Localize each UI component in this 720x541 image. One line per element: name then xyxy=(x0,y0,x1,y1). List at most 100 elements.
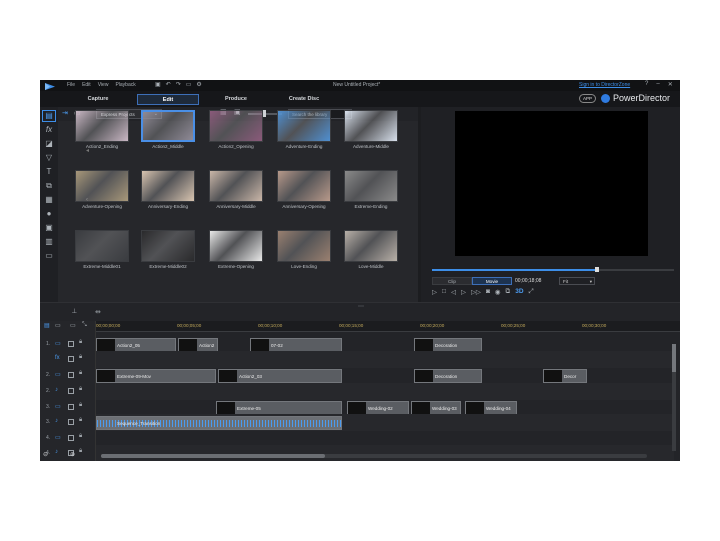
video-clip[interactable]: Extreme-09-Mov xyxy=(96,369,216,383)
timeline-view-icon[interactable]: ▤ xyxy=(44,322,50,329)
sign-in-link[interactable]: Sign in to DirectorZone xyxy=(579,82,630,88)
storyboard-view-icon[interactable]: ▭ xyxy=(55,322,61,329)
minimize-icon[interactable]: – xyxy=(656,81,659,88)
undo-icon[interactable]: ↶ xyxy=(166,81,171,88)
fx-room-icon[interactable]: fx xyxy=(43,125,55,135)
timeline-track[interactable]: Extreme-09-Mov Action2_03 Decoration Decor xyxy=(96,367,674,384)
split-icon[interactable]: ⇹ xyxy=(95,308,101,316)
track-manager-icon[interactable]: ▭ xyxy=(70,322,76,329)
resolution-icon[interactable]: ▭ xyxy=(186,81,192,88)
timeline-horizontal-scrollbar[interactable] xyxy=(101,454,647,458)
next-frame-icon[interactable]: ▷ xyxy=(461,288,466,296)
video-clip[interactable]: Decoration xyxy=(414,338,482,352)
library-thumbnail[interactable] xyxy=(141,110,195,142)
lock-icon[interactable]: 🔒︎ xyxy=(79,370,82,377)
library-thumbnail[interactable] xyxy=(209,170,263,202)
subtitle-room-icon[interactable]: ▥ xyxy=(43,237,55,247)
fit-dropdown[interactable]: Fit ▾ xyxy=(559,277,595,285)
help-icon[interactable]: ? xyxy=(645,81,648,88)
timeline-track[interactable]: Sequence_Transition xyxy=(96,414,674,431)
video-clip[interactable]: Action2_05 xyxy=(96,338,176,352)
app-badge[interactable]: APP xyxy=(579,94,597,103)
library-thumbnail[interactable] xyxy=(209,230,263,262)
library-thumbnail[interactable] xyxy=(141,230,195,262)
track-enable-checkbox[interactable] xyxy=(68,388,74,394)
play-icon[interactable]: ▷ xyxy=(432,288,437,296)
close-icon[interactable]: ✕ xyxy=(668,81,673,88)
panel-resize-handle[interactable]: ⋯ xyxy=(358,303,364,310)
video-clip[interactable]: Extreme-05 xyxy=(216,401,342,415)
video-clip[interactable]: 07-02 xyxy=(250,338,342,352)
volume-icon[interactable]: ◉ xyxy=(495,288,501,296)
tab-movie[interactable]: Movie xyxy=(472,277,512,285)
import-icon[interactable]: ⇥ xyxy=(62,109,68,117)
video-clip[interactable]: Wedding-03 xyxy=(411,401,461,415)
audio-mixing-icon[interactable]: ▦ xyxy=(43,195,55,205)
zoom-in-icon[interactable]: ⊕ xyxy=(70,451,75,458)
library-thumbnail[interactable] xyxy=(344,170,398,202)
lock-icon[interactable]: 🔒︎ xyxy=(79,433,82,440)
library-thumbnail[interactable] xyxy=(277,230,331,262)
track-enable-checkbox[interactable] xyxy=(68,372,74,378)
library-thumbnail[interactable] xyxy=(344,230,398,262)
tab-capture[interactable]: Capture xyxy=(80,94,116,105)
title-room-icon[interactable]: T xyxy=(43,167,55,177)
library-thumbnail[interactable] xyxy=(277,170,331,202)
lock-icon[interactable]: 🔒︎ xyxy=(79,354,82,361)
timeline-scroll-thumb[interactable] xyxy=(101,454,325,458)
lock-icon[interactable]: 🔒︎ xyxy=(79,417,82,424)
video-clip[interactable]: Action2 xyxy=(178,338,218,352)
pip-room-icon[interactable]: ◪ xyxy=(43,139,55,149)
menu-view[interactable]: View xyxy=(98,82,109,88)
library-thumbnail[interactable] xyxy=(141,170,195,202)
track-enable-checkbox[interactable] xyxy=(68,404,74,410)
video-clip[interactable]: Action2_03 xyxy=(218,369,342,383)
lock-icon[interactable]: 🔒︎ xyxy=(79,339,82,346)
menu-edit[interactable]: Edit xyxy=(82,82,91,88)
library-thumbnail[interactable] xyxy=(75,170,129,202)
seek-handle[interactable] xyxy=(594,267,599,272)
library-thumbnail[interactable] xyxy=(277,110,331,142)
tab-create-disc[interactable]: Create Disc xyxy=(282,94,326,105)
menu-file[interactable]: File xyxy=(67,82,75,88)
library-thumbnail[interactable] xyxy=(75,230,129,262)
save-icon[interactable]: ▣ xyxy=(155,81,161,88)
library-thumbnail[interactable] xyxy=(75,110,129,142)
voice-over-icon[interactable]: ● xyxy=(43,209,55,219)
video-clip[interactable]: Wedding-04 xyxy=(465,401,517,415)
video-clip[interactable]: Decoration xyxy=(414,369,482,383)
library-thumbnail[interactable] xyxy=(344,110,398,142)
redo-icon[interactable]: ↷ xyxy=(176,81,181,88)
track-enable-checkbox[interactable] xyxy=(68,356,74,362)
menu-playback[interactable]: Playback xyxy=(115,82,135,88)
time-ruler[interactable]: 00;00;00;00 00;00;05;00 00;00;10;00 00;00;1… xyxy=(96,321,680,332)
undock-icon[interactable]: ⧉ xyxy=(506,288,511,296)
audio-clip[interactable]: Sequence_Transition xyxy=(96,416,342,430)
snapshot-icon[interactable]: ◙ xyxy=(486,288,490,296)
library-thumbnail[interactable] xyxy=(209,110,263,142)
zoom-icon[interactable]: ⤢ xyxy=(529,288,534,296)
settings-icon[interactable]: ⚙ xyxy=(196,81,201,88)
stop-icon[interactable]: □ xyxy=(442,288,446,296)
track-enable-checkbox[interactable] xyxy=(68,419,74,425)
seek-bar[interactable] xyxy=(432,267,674,272)
lock-icon[interactable]: 🔒︎ xyxy=(79,402,82,409)
chapter-room-icon[interactable]: ▣ xyxy=(43,223,55,233)
storyboard-icon[interactable]: ▭ xyxy=(43,251,55,261)
timeline-track[interactable] xyxy=(96,383,674,400)
tab-produce[interactable]: Produce xyxy=(218,94,254,105)
media-room-icon[interactable]: ▤ xyxy=(42,110,56,122)
video-clip[interactable]: Decor xyxy=(543,369,587,383)
fit-timeline-icon[interactable]: ⤡ xyxy=(82,322,87,329)
3d-icon[interactable]: 3D xyxy=(515,288,523,296)
track-enable-checkbox[interactable] xyxy=(68,341,74,347)
timeline-vertical-scrollbar[interactable] xyxy=(672,344,676,451)
timeline-track[interactable] xyxy=(96,445,674,461)
timecode-display[interactable]: 00;00;18;08 xyxy=(515,278,541,284)
video-clip[interactable]: Wedding-02 xyxy=(347,401,409,415)
tab-edit[interactable]: Edit xyxy=(137,94,199,105)
lock-icon[interactable]: 🔒︎ xyxy=(79,386,82,393)
track-enable-checkbox[interactable] xyxy=(68,435,74,441)
previous-frame-icon[interactable]: ◁ xyxy=(451,288,456,296)
lock-icon[interactable]: 🔒︎ xyxy=(79,448,82,455)
